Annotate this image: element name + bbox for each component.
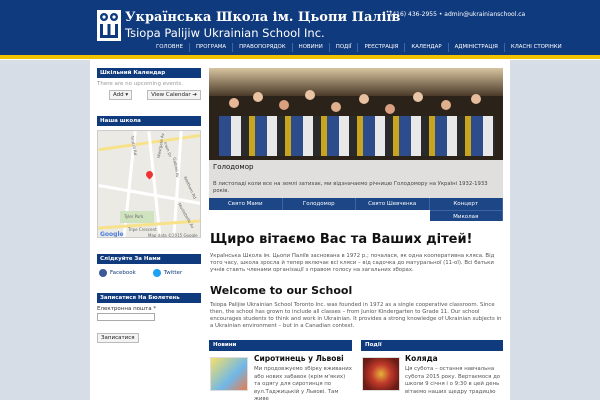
school-map[interactable]: Tindall Rd Westgate Av Irwin Dr Gabriel … <box>97 130 201 238</box>
intro-text-english: Tsiopa Palijiw Ukrainian School Toronto … <box>210 302 502 329</box>
slide-figure <box>441 100 451 110</box>
slide-figure <box>471 94 481 104</box>
welcome-heading-ukrainian: Щиро вітаємо Вас та Ваших дітей! <box>210 232 473 247</box>
nav-rules[interactable]: ПРАВОПОРЯДОК <box>233 43 293 52</box>
newsletter-widget: Записатися На Бюлетень Електронна пошта … <box>97 293 201 343</box>
news-item-title[interactable]: Сиротинець у Львові <box>254 354 344 363</box>
slide-crowd <box>219 116 495 156</box>
slide-figure <box>253 92 263 102</box>
twitter-link[interactable]: Twitter <box>152 269 183 277</box>
slider-tab[interactable]: Концерт <box>429 198 503 210</box>
add-calendar-button[interactable]: Add ▾ <box>109 90 133 100</box>
email-field-label: Електронна пошта * <box>97 306 157 312</box>
slider-tab[interactable]: Свято Шевченка <box>356 198 430 210</box>
map-widget: Наша школа <box>97 116 201 126</box>
subscribe-button[interactable]: Записатися <box>97 333 139 343</box>
slide-figure <box>385 104 395 114</box>
nav-calendar[interactable]: КАЛЕНДАР <box>405 43 449 52</box>
contact-info[interactable]: (416) 436-2955 • admin@ukrainianschool.c… <box>390 11 525 18</box>
map-label: Waltham Rd <box>182 175 198 200</box>
site-header: Українська Школа ім. Цьопи Паліїв Tsiopa… <box>0 0 600 55</box>
newsletter-widget-title: Записатися На Бюлетень <box>97 293 201 303</box>
slide-figure <box>331 102 341 112</box>
add-calendar-label: Add <box>113 92 124 98</box>
events-item-title[interactable]: Коляда <box>405 354 438 363</box>
slide-figure <box>229 98 239 108</box>
slide-figure <box>413 92 423 102</box>
events-item-text: Ця субота – остання навчальна субота 201… <box>405 366 501 395</box>
slider-caption-title[interactable]: Голодомор <box>213 163 499 171</box>
news-item-text: Ми продовжуємо збірку вживаних або нових… <box>254 366 352 400</box>
site-title-ukrainian[interactable]: Українська Школа ім. Цьопи Паліїв <box>125 10 400 25</box>
social-widget-title: Слідкуйте За Нами <box>97 254 201 264</box>
slider-tab[interactable]: Миколая <box>429 210 503 221</box>
intro-text-ukrainian: Українська Школа ім. Цьопи Паліїв заснов… <box>210 253 495 273</box>
main-nav: ГОЛОВНЕ ПРОГРАМА ПРАВОПОРЯДОК НОВИНИ ПОД… <box>150 43 568 52</box>
slide-figure <box>359 94 369 104</box>
map-label: Tripe Crescent <box>128 227 157 232</box>
slider-caption-text: В листопаді коли все на землі затихає, м… <box>213 181 488 194</box>
map-widget-title: Наша школа <box>97 116 201 126</box>
site-title-english[interactable]: Tsiopa Palijiw Ukrainian School Inc. <box>125 26 325 40</box>
map-road <box>98 183 200 206</box>
events-section-title[interactable]: Події <box>361 340 503 351</box>
nav-registration[interactable]: РЕЄСТРАЦІЯ <box>358 43 406 52</box>
nav-program[interactable]: ПРОГРАМА <box>190 43 234 52</box>
nav-administration[interactable]: АДМІНІСТРАЦІЯ <box>449 43 505 52</box>
nav-news[interactable]: НОВИНИ <box>293 43 330 52</box>
slider-caption: Голодомор В листопаді коли все на землі … <box>209 160 503 198</box>
slider-tab[interactable]: Голодомор <box>282 198 356 210</box>
view-calendar-label: View Calendar <box>151 92 191 98</box>
google-logo: Google <box>100 231 124 238</box>
view-calendar-button[interactable]: View Calendar ➔ <box>147 90 201 100</box>
social-widget: Слідкуйте За Нами Facebook Twitter <box>97 254 201 279</box>
chevron-down-icon: ▾ <box>125 92 129 98</box>
facebook-link[interactable]: Facebook <box>99 269 136 277</box>
twitter-label: Twitter <box>163 270 183 276</box>
slider-tab[interactable]: Свято Мами <box>209 198 283 210</box>
map-label: Irwin Dr <box>162 141 173 158</box>
facebook-icon <box>99 269 107 277</box>
nav-home[interactable]: ГОЛОВНЕ <box>150 43 190 52</box>
twitter-icon <box>152 269 161 277</box>
welcome-heading-english: Welcome to our School <box>210 284 353 297</box>
slide-figure <box>305 90 315 100</box>
calendar-widget: Шкільний Календар There are no upcoming … <box>97 68 201 100</box>
slide-figure <box>279 100 289 110</box>
nav-events[interactable]: ПОДІЇ <box>330 43 359 52</box>
arrow-right-icon: ➔ <box>192 92 197 98</box>
news-section-title[interactable]: Новини <box>209 340 352 351</box>
slider-tabs: Свято Мами Голодомор Свято Шевченка Конц… <box>209 198 503 221</box>
map-label: Montebello Av <box>176 202 196 229</box>
map-copyright: Map data ©2015 Google <box>148 233 198 238</box>
school-logo-icon[interactable] <box>97 10 121 41</box>
nav-class-pages[interactable]: КЛАСНІ СТОРІНКИ <box>505 43 568 52</box>
email-field[interactable] <box>97 313 155 321</box>
news-thumbnail[interactable] <box>210 357 248 391</box>
map-label: Tyler Park <box>124 214 144 219</box>
facebook-label: Facebook <box>110 270 136 276</box>
events-thumbnail[interactable] <box>362 357 400 391</box>
slide-background <box>209 68 503 96</box>
calendar-widget-title: Шкільний Календар <box>97 68 201 78</box>
no-events-text: There are no upcoming events. <box>97 81 183 87</box>
